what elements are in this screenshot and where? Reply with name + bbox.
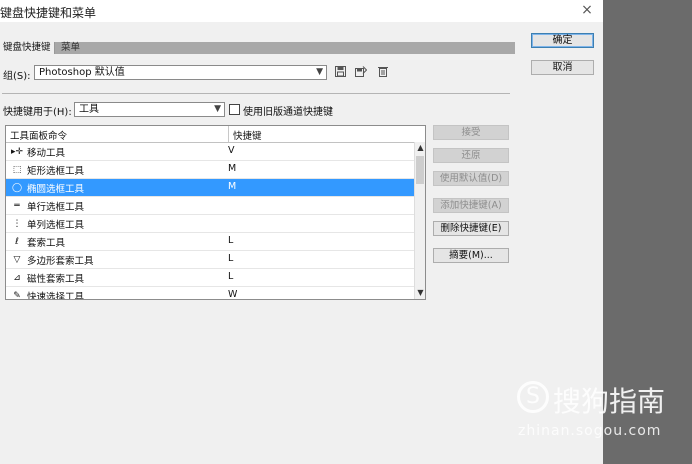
delete-icon[interactable] <box>376 66 390 80</box>
column-header-shortcut[interactable]: 快捷键 <box>233 128 262 142</box>
table-row[interactable]: ▸✛ 移动工具 V <box>6 143 414 161</box>
row-command: 椭圆选框工具 <box>27 184 85 195</box>
use-default-button[interactable]: 使用默认值(D) <box>433 171 509 186</box>
row-shortcut[interactable]: L <box>228 235 233 246</box>
row-command: 磁性套索工具 <box>27 274 85 285</box>
close-icon[interactable]: × <box>577 0 597 22</box>
separator <box>2 93 510 94</box>
ok-button[interactable]: 确定 <box>531 33 594 48</box>
sogou-logo-icon: S <box>517 381 549 413</box>
table-header: 工具面板命令 快捷键 <box>6 126 414 143</box>
table-row[interactable]: ═ 单行选框工具 <box>6 197 414 215</box>
move-tool-icon: ▸✛ <box>10 147 24 157</box>
row-shortcut[interactable]: M <box>228 163 236 174</box>
legacy-channel-label: 使用旧版通道快捷键 <box>243 107 333 118</box>
column-divider[interactable] <box>228 126 229 142</box>
single-row-marquee-icon: ═ <box>14 201 20 211</box>
table-row[interactable]: ▽ 多边形套索工具 L <box>6 251 414 269</box>
group-select-value: Photoshop 默认值 <box>39 67 125 78</box>
summary-button[interactable]: 摘要(M)... <box>433 248 509 263</box>
elliptical-marquee-icon: ◯ <box>11 183 23 193</box>
undo-button[interactable]: 还原 <box>433 148 509 163</box>
chevron-down-icon[interactable]: ▼ <box>415 287 425 299</box>
shortcuts-for-select[interactable]: 工具 ▼ <box>74 102 225 117</box>
quick-selection-icon: ✎ <box>13 291 21 300</box>
table-row-selected[interactable]: ◯ 椭圆选框工具 M <box>6 179 414 197</box>
row-shortcut[interactable]: W <box>228 289 237 299</box>
group-select[interactable]: Photoshop 默认值 ▼ <box>34 65 327 80</box>
row-shortcut[interactable]: L <box>228 271 233 282</box>
row-shortcut[interactable]: M <box>228 181 236 192</box>
row-shortcut[interactable]: L <box>228 253 233 264</box>
table-row[interactable]: ⊿ 磁性套索工具 L <box>6 269 414 287</box>
legacy-channel-checkbox[interactable] <box>229 104 240 115</box>
row-command: 移动工具 <box>27 148 66 159</box>
column-header-command[interactable]: 工具面板命令 <box>10 128 67 142</box>
polygonal-lasso-icon: ▽ <box>13 255 21 265</box>
tab-menus[interactable]: 菜单 <box>58 42 83 54</box>
tab-keyboard-shortcuts[interactable]: 键盘快捷键 <box>0 42 55 54</box>
row-command: 单行选框工具 <box>27 202 85 213</box>
save-as-icon[interactable] <box>354 66 368 80</box>
title-bar: 键盘快捷键和菜单 × <box>0 0 603 22</box>
tab-strip: 键盘快捷键 菜单 <box>0 42 515 54</box>
shortcuts-dialog: 键盘快捷键和菜单 × 键盘快捷键 菜单 组(S): Photoshop 默认值 … <box>0 0 603 464</box>
watermark-url: zhinan.sogou.com <box>518 423 662 439</box>
table-scrollbar[interactable]: ▲ ▼ <box>414 142 425 299</box>
cancel-button[interactable]: 取消 <box>531 60 594 75</box>
rectangular-marquee-icon: ⬚ <box>12 165 22 175</box>
table-row[interactable]: ✎ 快速选择工具 W <box>6 287 414 300</box>
save-icon[interactable] <box>333 66 347 80</box>
table-row[interactable]: ⋮ 单列选框工具 <box>6 215 414 233</box>
window-title: 键盘快捷键和菜单 <box>0 6 97 20</box>
shortcuts-table: 工具面板命令 快捷键 ▸✛ 移动工具 V ⬚ 矩形选框工具 M ◯ 椭圆选框工具… <box>5 125 426 300</box>
table-row[interactable]: ⬚ 矩形选框工具 M <box>6 161 414 179</box>
chevron-down-icon: ▼ <box>316 67 323 77</box>
chevron-up-icon[interactable]: ▲ <box>415 142 425 154</box>
single-column-marquee-icon: ⋮ <box>12 219 22 229</box>
magnetic-lasso-icon: ⊿ <box>13 273 21 283</box>
shortcuts-for-label: 快捷键用于(H): <box>3 107 72 118</box>
row-command: 多边形套索工具 <box>27 256 94 267</box>
group-label: 组(S): <box>3 71 31 82</box>
add-shortcut-button[interactable]: 添加快捷键(A) <box>433 198 509 213</box>
row-command: 矩形选框工具 <box>27 166 85 177</box>
scrollbar-thumb[interactable] <box>416 156 424 184</box>
row-shortcut[interactable]: V <box>228 145 235 156</box>
row-command: 单列选框工具 <box>27 220 85 231</box>
lasso-icon: ℓ <box>15 237 19 247</box>
row-command: 套索工具 <box>27 238 66 249</box>
row-command: 快速选择工具 <box>27 292 85 300</box>
table-row[interactable]: ℓ 套索工具 L <box>6 233 414 251</box>
delete-shortcut-button[interactable]: 删除快捷键(E) <box>433 221 509 236</box>
accept-button[interactable]: 接受 <box>433 125 509 140</box>
chevron-down-icon: ▼ <box>214 104 221 114</box>
watermark-brand: 搜狗指南 <box>553 385 666 418</box>
shortcuts-for-value: 工具 <box>79 104 99 115</box>
